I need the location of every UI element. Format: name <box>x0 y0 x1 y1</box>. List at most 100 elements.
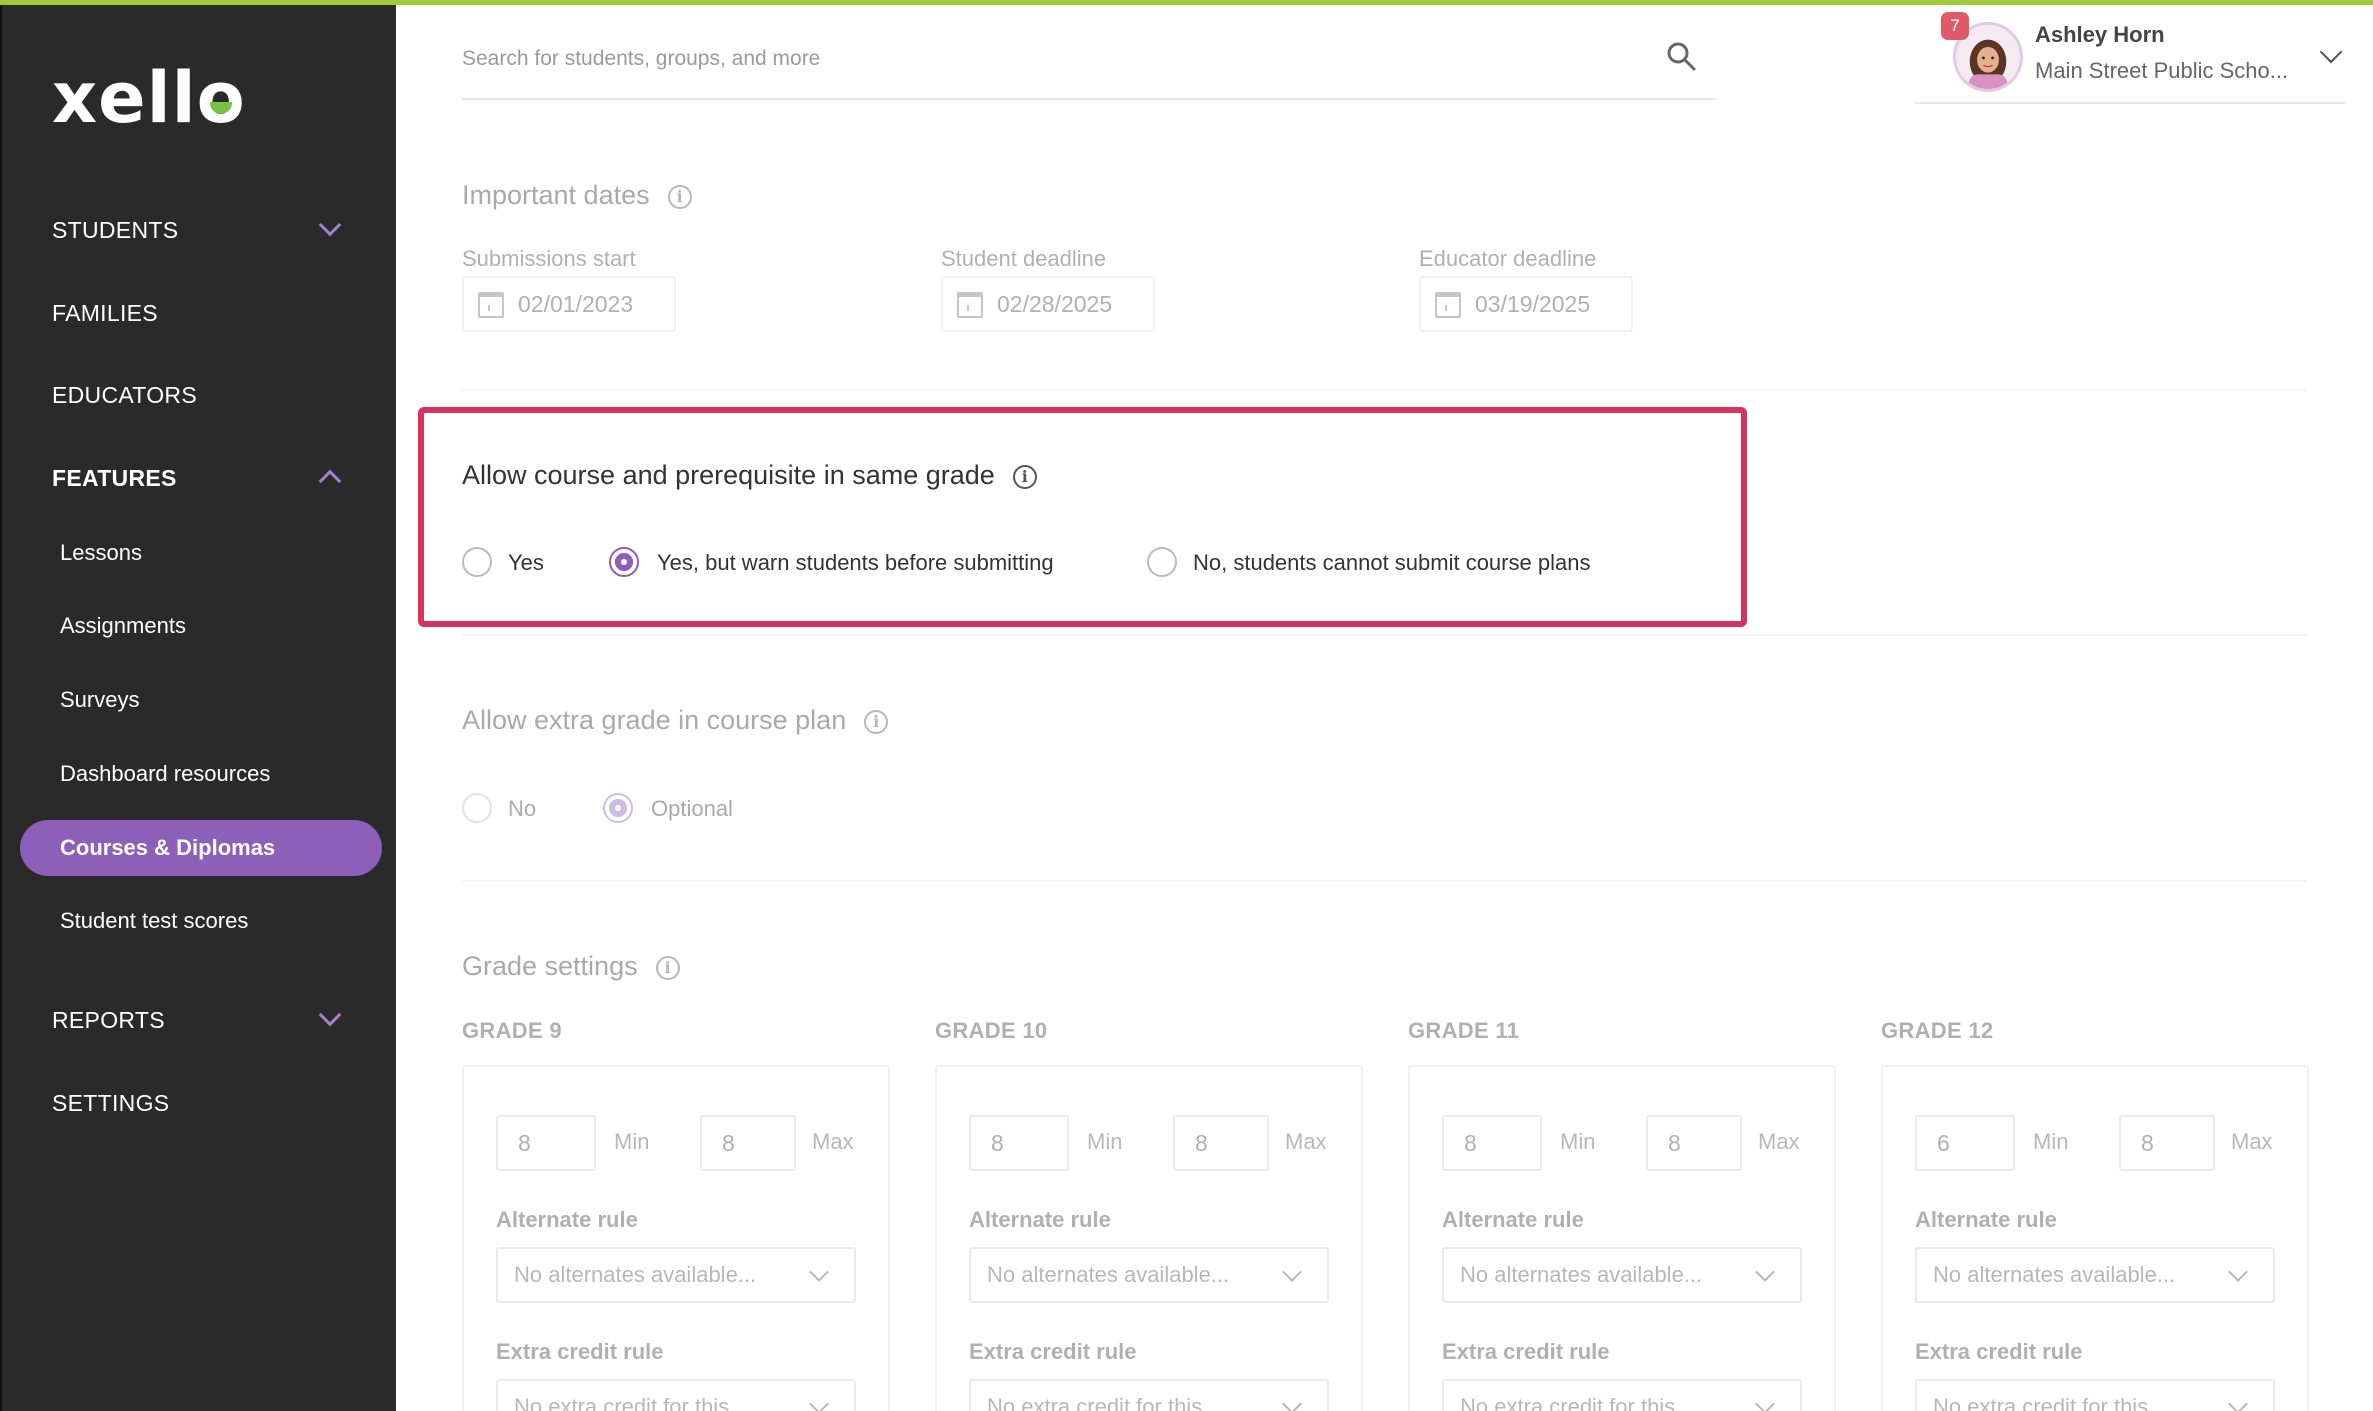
min-input[interactable]: 8 <box>1442 1115 1542 1171</box>
prereq-setting-title: Allow course and prerequisite in same gr… <box>462 460 1037 491</box>
select-value: No extra credit for this... <box>1933 1394 2167 1411</box>
calendar-icon <box>957 292 983 318</box>
section-title-text: Important dates <box>462 180 650 210</box>
xello-logo[interactable]: xello <box>52 63 246 133</box>
search-icon[interactable] <box>1665 40 1697 72</box>
radio-yes-warn[interactable] <box>609 547 639 577</box>
radio-label[interactable]: Yes, but warn students before submitting <box>657 550 1054 576</box>
date-value: 02/01/2023 <box>518 291 634 317</box>
alternate-rule-select[interactable]: No alternates available... <box>1915 1247 2275 1303</box>
extra-credit-rule-label: Extra credit rule <box>1915 1339 2083 1364</box>
logo-text: xell <box>52 57 197 139</box>
sidebar-item-settings[interactable]: SETTINGS <box>52 1090 169 1117</box>
extra-credit-rule-select[interactable]: No extra credit for this... <box>1442 1379 1802 1411</box>
sidebar-item-assignments[interactable]: Assignments <box>60 613 186 639</box>
chevron-down-icon <box>2228 1262 2248 1282</box>
chevron-down-icon <box>1282 1394 1302 1411</box>
alternate-rule-select[interactable]: No alternates available... <box>969 1247 1329 1303</box>
extra-credit-rule-label: Extra credit rule <box>969 1339 1137 1364</box>
sidebar: xello STUDENTS FAMILIES EDUCATORS FEATUR… <box>0 5 396 1411</box>
max-input[interactable]: 8 <box>1173 1115 1269 1171</box>
highlight-box <box>418 407 1747 627</box>
user-menu[interactable]: 7 Ashley Horn Main Street Public Scho... <box>1915 12 2345 104</box>
logo-text-o: o <box>196 57 246 139</box>
alternate-rule-label: Alternate rule <box>1915 1207 2057 1232</box>
extra-credit-rule-select[interactable]: No extra credit for this... <box>496 1379 856 1411</box>
grade-12-card: 6 Min 8 Max Alternate rule No alternates… <box>1881 1065 2309 1411</box>
submissions-start-date-field[interactable]: 02/01/2023 <box>462 276 676 332</box>
sidebar-item-students[interactable]: STUDENTS <box>52 213 368 244</box>
grade-12-title: GRADE 12 <box>1881 1018 1994 1043</box>
min-label: Min <box>614 1129 650 1154</box>
sidebar-item-reports[interactable]: REPORTS <box>52 1003 368 1034</box>
radio-label[interactable]: No, students cannot submit course plans <box>1193 550 1590 576</box>
sidebar-item-label: SETTINGS <box>52 1090 170 1116</box>
educator-deadline-date-field[interactable]: 03/19/2025 <box>1419 276 1633 332</box>
radio-label[interactable]: Yes <box>508 550 544 576</box>
grade-11-card: 8 Min 8 Max Alternate rule No alternates… <box>1408 1065 1836 1411</box>
sidebar-item-lessons[interactable]: Lessons <box>60 540 142 566</box>
max-label: Max <box>812 1129 854 1154</box>
select-value: No extra credit for this... <box>514 1394 748 1411</box>
min-input[interactable]: 6 <box>1915 1115 2015 1171</box>
sidebar-item-families[interactable]: FAMILIES <box>52 300 158 327</box>
important-dates-title: Important dates i <box>462 180 692 211</box>
search-input[interactable] <box>462 36 1642 82</box>
radio-yes[interactable] <box>462 547 492 577</box>
chevron-down-icon <box>318 1003 342 1027</box>
min-input[interactable]: 8 <box>969 1115 1069 1171</box>
extra-credit-rule-label: Extra credit rule <box>496 1339 664 1364</box>
sidebar-item-surveys[interactable]: Surveys <box>60 687 139 713</box>
alternate-rule-select[interactable]: No alternates available... <box>1442 1247 1802 1303</box>
date-label: Educator deadline <box>1419 246 1597 271</box>
select-value: No extra credit for this... <box>1460 1394 1694 1411</box>
select-value: No alternates available... <box>1933 1262 2176 1287</box>
radio-optional[interactable] <box>603 793 633 823</box>
divider <box>462 880 2307 882</box>
sidebar-item-label: EDUCATORS <box>52 382 197 408</box>
calendar-icon <box>1435 292 1461 318</box>
max-input[interactable]: 8 <box>1646 1115 1742 1171</box>
sidebar-item-features[interactable]: FEATURES <box>52 465 368 493</box>
date-label: Submissions start <box>462 246 636 271</box>
max-input[interactable]: 8 <box>700 1115 796 1171</box>
calendar-icon <box>478 292 504 318</box>
chevron-down-icon <box>2228 1394 2248 1411</box>
top-accent-bar <box>0 0 2373 5</box>
chevron-down-icon[interactable] <box>2319 40 2343 64</box>
select-value: No alternates available... <box>514 1262 757 1287</box>
info-icon[interactable]: i <box>667 184 692 209</box>
info-icon[interactable]: i <box>1012 464 1037 489</box>
sidebar-item-courses-diplomas[interactable]: Courses & Diplomas <box>20 820 382 876</box>
user-name: Ashley Horn <box>2035 22 2165 47</box>
radio-no-submit[interactable] <box>1147 547 1177 577</box>
date-value: 02/28/2025 <box>997 291 1113 317</box>
alternate-rule-select[interactable]: No alternates available... <box>496 1247 856 1303</box>
extra-credit-rule-select[interactable]: No extra credit for this... <box>969 1379 1329 1411</box>
notification-badge[interactable]: 7 <box>1941 12 1969 40</box>
min-input[interactable]: 8 <box>496 1115 596 1171</box>
grade-10-title: GRADE 10 <box>935 1018 1048 1043</box>
max-input[interactable]: 8 <box>2119 1115 2215 1171</box>
info-icon[interactable]: i <box>655 955 680 980</box>
sidebar-item-educators[interactable]: EDUCATORS <box>52 382 197 409</box>
min-label: Min <box>2033 1129 2069 1154</box>
select-value: No extra credit for this... <box>987 1394 1221 1411</box>
student-deadline-date-field[interactable]: 02/28/2025 <box>941 276 1155 332</box>
sidebar-item-label: FEATURES <box>52 465 177 491</box>
info-icon[interactable]: i <box>864 709 889 734</box>
sidebar-item-student-test-scores[interactable]: Student test scores <box>60 908 248 934</box>
radio-no[interactable] <box>462 793 492 823</box>
grade-10-card: 8 Min 8 Max Alternate rule No alternates… <box>935 1065 1363 1411</box>
alternate-rule-label: Alternate rule <box>969 1207 1111 1232</box>
chevron-down-icon <box>809 1262 829 1282</box>
date-label: Student deadline <box>941 246 1107 271</box>
extra-credit-rule-select[interactable]: No extra credit for this... <box>1915 1379 2275 1411</box>
sidebar-item-dashboard-resources[interactable]: Dashboard resources <box>60 761 270 787</box>
grade-9-card: 8 Min 8 Max Alternate rule No alternates… <box>462 1065 890 1411</box>
chevron-down-icon <box>1282 1262 1302 1282</box>
sidebar-item-label: STUDENTS <box>52 217 179 243</box>
radio-label[interactable]: No <box>508 796 536 822</box>
grade-9-title: GRADE 9 <box>462 1018 562 1043</box>
radio-label[interactable]: Optional <box>651 796 733 822</box>
